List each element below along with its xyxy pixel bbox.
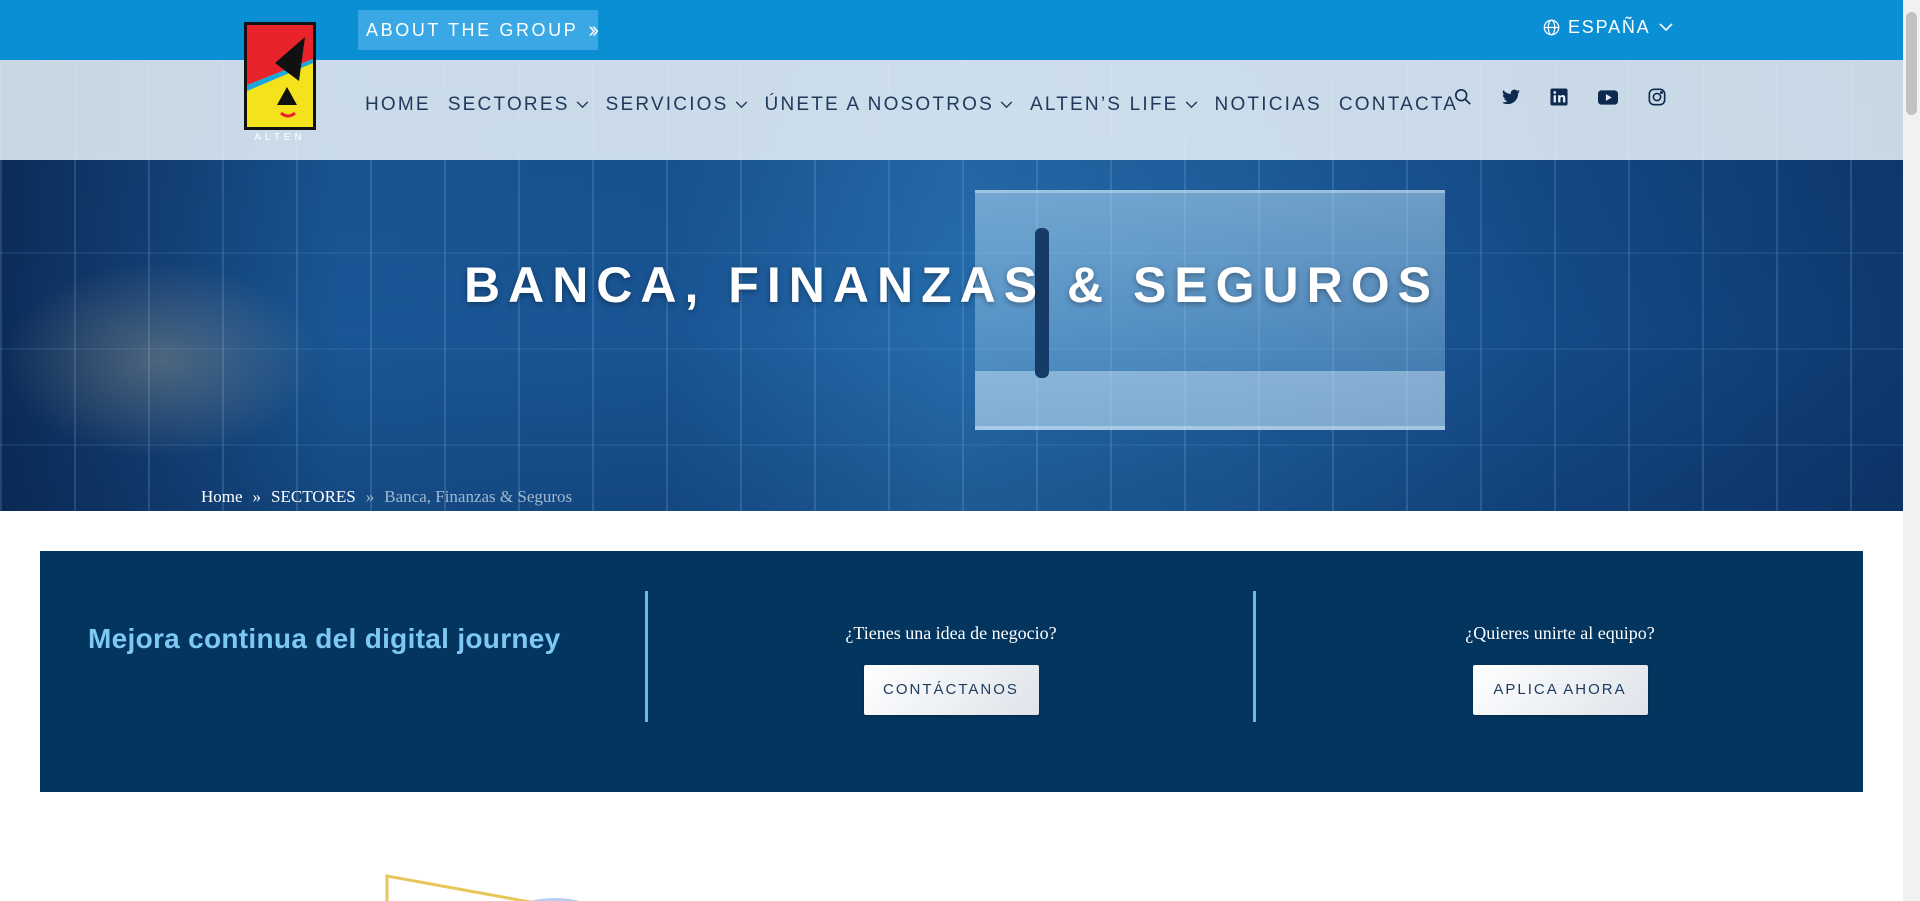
cta-band: Mejora continua del digital journey ¿Tie… xyxy=(40,551,1863,792)
breadcrumb-separator: » xyxy=(365,487,375,506)
chevron-down-icon xyxy=(1658,23,1673,32)
main-nav: HOME SECTORES SERVICIOS ÚNETE A NOSOTROS… xyxy=(365,94,1475,116)
cta-business-column: ¿Tienes una idea de negocio? CONTÁCTANOS xyxy=(701,623,1201,715)
nav-item-altens-life[interactable]: ALTEN’S LIFE xyxy=(1030,94,1198,116)
search-icon[interactable] xyxy=(1452,86,1474,108)
linkedin-icon[interactable] xyxy=(1548,86,1570,108)
breadcrumb-sectores-link[interactable]: SECTORES xyxy=(271,487,356,507)
language-selector[interactable]: ESPAÑA xyxy=(1543,17,1681,38)
chevron-down-icon xyxy=(1000,101,1013,109)
nav-item-label: SECTORES xyxy=(447,94,570,115)
cta-join-question: ¿Quieres unirte al equipo? xyxy=(1465,623,1655,643)
alten-logo-mark xyxy=(244,22,316,130)
cta-join-column: ¿Quieres unirte al equipo? APLICA AHORA xyxy=(1310,623,1810,715)
cta-divider xyxy=(1253,591,1256,722)
instagram-icon[interactable] xyxy=(1646,86,1668,108)
about-the-group-button[interactable]: ABOUT THE GROUP ›› xyxy=(358,10,599,50)
breadcrumb-home-link[interactable]: Home xyxy=(201,487,243,507)
contactanos-button[interactable]: CONTÁCTANOS xyxy=(863,665,1039,715)
nav-item-label: ÚNETE A NOSOTROS xyxy=(764,94,994,115)
section-illustration xyxy=(385,872,605,901)
nav-item-label: ALTEN’S LIFE xyxy=(1030,94,1179,115)
nav-item-label: NOTICIAS xyxy=(1214,94,1322,115)
nav-item-servicios[interactable]: SERVICIOS xyxy=(606,94,748,116)
language-label: ESPAÑA xyxy=(1568,17,1651,37)
breadcrumb-separator: » xyxy=(252,487,262,506)
nav-item-unete[interactable]: ÚNETE A NOSOTROS xyxy=(765,94,1013,116)
twitter-icon[interactable] xyxy=(1500,86,1522,108)
breadcrumb: Home » SECTORES » Banca, Finanzas & Segu… xyxy=(201,487,572,507)
aplica-ahora-button[interactable]: APLICA AHORA xyxy=(1472,665,1648,715)
nav-item-home[interactable]: HOME xyxy=(365,94,431,116)
page-scrollbar[interactable] xyxy=(1903,0,1920,901)
chevron-down-icon xyxy=(1185,101,1197,109)
page-title: BANCA, FINANZAS & SEGUROS xyxy=(463,257,1440,313)
nav-item-label: CONTACTA xyxy=(1338,94,1459,115)
youtube-icon[interactable] xyxy=(1597,86,1619,108)
chevron-down-icon xyxy=(576,101,588,109)
hero-office-floor xyxy=(975,371,1445,426)
globe-icon xyxy=(1543,19,1560,36)
cta-business-question: ¿Tienes una idea de negocio? xyxy=(845,623,1057,643)
scrollbar-thumb[interactable] xyxy=(1906,12,1917,115)
breadcrumb-current: Banca, Finanzas & Seguros xyxy=(384,487,573,506)
nav-item-contacta[interactable]: CONTACTA xyxy=(1339,94,1458,116)
nav-item-sectores[interactable]: SECTORES xyxy=(448,94,589,116)
chevron-down-icon xyxy=(735,101,747,109)
about-the-group-label: ABOUT THE GROUP xyxy=(366,19,579,40)
double-chevron-right-icon: ›› xyxy=(588,17,598,42)
alten-logo[interactable]: ALTEN xyxy=(240,18,320,146)
cta-divider xyxy=(645,591,648,722)
cta-headline: Mejora continua del digital journey xyxy=(88,623,561,654)
nav-item-label: SERVICIOS xyxy=(605,94,729,115)
alten-logo-wordmark: ALTEN xyxy=(254,132,306,143)
nav-item-noticias[interactable]: NOTICIAS xyxy=(1215,94,1322,116)
nav-item-label: HOME xyxy=(365,94,431,115)
